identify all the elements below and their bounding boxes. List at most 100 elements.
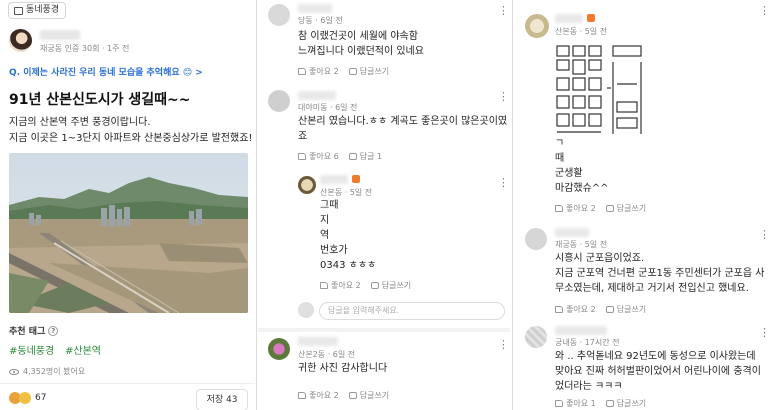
help-icon[interactable]: ? bbox=[48, 325, 59, 336]
commenter-avatar[interactable] bbox=[525, 14, 549, 38]
comment-actions: 좋아요 1 답글쓰기 bbox=[555, 398, 646, 409]
like-label: 좋아요 2 bbox=[309, 67, 339, 76]
commenter-name-blurred bbox=[298, 337, 338, 346]
comment-meta: 산본동 · 5일 전 bbox=[555, 27, 608, 36]
reaction-count: 67 bbox=[35, 393, 47, 403]
more-options-icon[interactable]: ⋮ bbox=[498, 91, 509, 102]
commenter-avatar[interactable] bbox=[268, 90, 290, 112]
comments-panel-right: 산본동 · 5일 전 ⋮ ㄱ 때 군생활 마감했슈^^ 좋아요 2 답글쓰기 재… bbox=[515, 0, 771, 410]
hashtag-link[interactable]: #동네풍경 bbox=[9, 342, 54, 357]
recommended-tags-label: 추천 태그 ? bbox=[9, 324, 59, 337]
reply-icon bbox=[348, 153, 357, 160]
reaction-summary[interactable]: 67 bbox=[9, 392, 46, 404]
aerial-photo-graphic bbox=[9, 153, 248, 313]
reply-name-blurred bbox=[320, 175, 348, 184]
commenter-avatar[interactable] bbox=[268, 338, 290, 360]
commenter-name-blurred bbox=[298, 4, 332, 13]
more-options-icon[interactable]: ⋮ bbox=[759, 327, 770, 338]
reply-label: 답글쓰기 bbox=[616, 204, 647, 213]
comment-text-line: 죠 bbox=[298, 131, 308, 142]
post-photo[interactable] bbox=[9, 153, 248, 313]
commenter-avatar[interactable] bbox=[268, 4, 290, 26]
text-art-drawing bbox=[556, 45, 642, 134]
thumbs-up-icon bbox=[298, 153, 306, 160]
author-avatar[interactable] bbox=[9, 29, 32, 52]
reply-text-line: 0343 ㅎㅎㅎ bbox=[320, 260, 377, 271]
like-label: 좋아요 1 bbox=[566, 399, 596, 408]
hashtag-link[interactable]: #산본역 bbox=[65, 342, 101, 357]
category-label: 동네풍경 bbox=[26, 5, 60, 15]
reply-label: 답글쓰기 bbox=[616, 399, 647, 408]
thumbs-up-icon bbox=[298, 392, 306, 399]
post-title: 91년 산본신도시가 생길때~~ bbox=[9, 92, 191, 108]
like-button[interactable]: 좋아요 2 bbox=[298, 390, 339, 401]
comment-actions: 좋아요 2 답글쓰기 bbox=[298, 390, 389, 401]
commenter-name-blurred bbox=[555, 326, 607, 335]
like-label: 좋아요 2 bbox=[331, 281, 361, 290]
more-options-icon[interactable]: ⋮ bbox=[498, 177, 509, 188]
reply-button[interactable]: 답글쓰기 bbox=[605, 203, 647, 214]
like-button[interactable]: 좋아요 2 bbox=[298, 66, 339, 77]
comment-text-line: 시흥시 군포읍이었죠. bbox=[555, 253, 645, 264]
reply-icon bbox=[605, 306, 614, 313]
commenter-avatar[interactable] bbox=[525, 326, 547, 348]
reply-label: 답글쓰기 bbox=[359, 391, 390, 400]
reply-icon bbox=[348, 392, 357, 399]
like-label: 좋아요 2 bbox=[309, 391, 339, 400]
author-name-blurred bbox=[40, 30, 80, 40]
reply-icon bbox=[370, 282, 379, 289]
more-options-icon[interactable]: ⋮ bbox=[759, 5, 770, 16]
save-button[interactable]: 저장 43 bbox=[196, 389, 248, 410]
document-icon bbox=[14, 6, 23, 15]
post-body-line: 지금 이곳은 1~3단지 아파트와 산본중심상가로 발전했죠! bbox=[9, 133, 253, 144]
thumbs-up-icon bbox=[320, 282, 328, 289]
reply-avatar[interactable] bbox=[298, 176, 316, 194]
comment-meta: 재궁동 · 5일 전 bbox=[555, 240, 608, 249]
more-options-icon[interactable]: ⋮ bbox=[498, 5, 509, 16]
badge-icon bbox=[587, 14, 595, 22]
my-avatar bbox=[298, 302, 314, 318]
divider bbox=[0, 383, 255, 384]
comment-actions: 좋아요 2 답글쓰기 bbox=[555, 203, 646, 214]
post-body-line: 지금의 산본역 주변 풍경이랍니다. bbox=[9, 117, 151, 128]
comment-meta: 산본2동 · 6일 전 bbox=[298, 350, 356, 359]
reply-icon bbox=[605, 400, 614, 407]
reply-text-line: 번호가 bbox=[320, 245, 348, 256]
reply-icon bbox=[605, 205, 614, 212]
commenter-avatar[interactable] bbox=[525, 228, 547, 250]
heart-emoji-icon bbox=[19, 392, 31, 404]
view-count: 4,352명이 봤어요 bbox=[9, 366, 85, 377]
reply-button[interactable]: 답글 1 bbox=[348, 151, 383, 162]
reply-input[interactable]: 답글을 입력해주세요. bbox=[319, 302, 505, 320]
comment-text-line: 귀한 사진 감사합니다 bbox=[298, 363, 388, 374]
more-options-icon[interactable]: ⋮ bbox=[498, 339, 509, 350]
comment-text-line: 참 이랬건곳이 세월에 야속함 bbox=[298, 31, 418, 42]
like-button[interactable]: 좋아요 2 bbox=[320, 280, 361, 291]
like-button[interactable]: 좋아요 2 bbox=[555, 304, 596, 315]
eye-icon bbox=[9, 368, 19, 375]
topic-question-link[interactable]: Q. 이제는 사라진 우리 동네 모습을 추억해요 😊 > bbox=[9, 65, 203, 78]
panel-divider bbox=[512, 0, 513, 410]
comment-text-line: 와 .. 추억돋네요 92년도에 동성으로 이사왔는데 bbox=[555, 351, 756, 362]
post-panel: 동네풍경 재궁동 인증 30회 · 1주 전 Q. 이제는 사라진 우리 동네 … bbox=[0, 0, 255, 410]
reply-button[interactable]: 답글쓰기 bbox=[370, 280, 411, 291]
reply-label: 답글 1 bbox=[359, 152, 383, 161]
thumbs-up-icon bbox=[555, 400, 563, 407]
like-button[interactable]: 좋아요 6 bbox=[298, 151, 339, 162]
reply-button[interactable]: 답글쓰기 bbox=[348, 66, 389, 77]
like-button[interactable]: 좋아요 2 bbox=[555, 203, 596, 214]
reply-button[interactable]: 답글쓰기 bbox=[605, 398, 647, 409]
more-options-icon[interactable]: ⋮ bbox=[759, 229, 770, 240]
reply-button[interactable]: 답글쓰기 bbox=[605, 304, 647, 315]
reply-text-line: 역 bbox=[320, 230, 330, 241]
comment-text-line: 마감했슈^^ bbox=[555, 183, 609, 194]
category-chip[interactable]: 동네풍경 bbox=[8, 2, 67, 19]
like-button[interactable]: 좋아요 1 bbox=[555, 398, 596, 409]
like-label: 좋아요 6 bbox=[309, 152, 339, 161]
reply-icon bbox=[348, 68, 357, 75]
comment-actions: 좋아요 2 답글쓰기 bbox=[555, 304, 646, 315]
reply-button[interactable]: 답글쓰기 bbox=[348, 390, 390, 401]
reply-text-line: 그때 bbox=[320, 200, 339, 211]
reply-label: 답글쓰기 bbox=[616, 305, 647, 314]
commenter-name-blurred bbox=[298, 91, 336, 100]
